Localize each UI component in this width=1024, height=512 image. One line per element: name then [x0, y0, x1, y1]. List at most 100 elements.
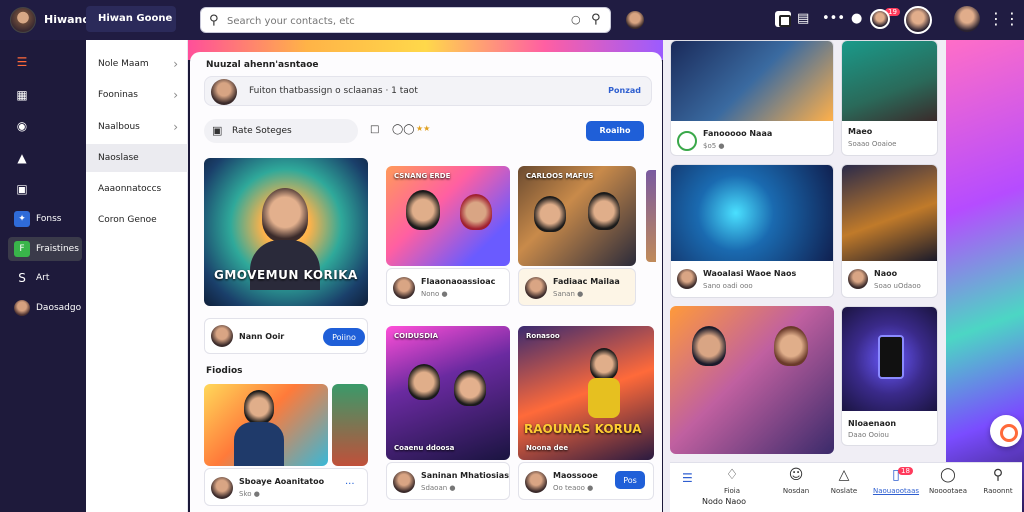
user-avatar[interactable]: [626, 11, 644, 29]
s-icon: S: [18, 271, 26, 285]
post-image[interactable]: Ronasoo RAOUNAS KORUA Noona dee: [518, 326, 654, 460]
search-submit-icon[interactable]: ⚲: [591, 12, 601, 27]
floating-action-button[interactable]: [990, 415, 1022, 447]
post-image[interactable]: CARLOOS MAFUS: [518, 166, 636, 266]
chat-icon[interactable]: ▤: [797, 11, 809, 26]
tag-icon[interactable]: □: [370, 124, 379, 135]
post-image[interactable]: COIDUSDIA Coaenu ddoosa: [386, 326, 510, 460]
top-bar: Hiwano Hiwan Goone ⚲ ○ ⚲ ▤ ••• ● 19 ⋮⋮: [0, 0, 1024, 40]
brand-avatar[interactable]: [10, 7, 36, 33]
menu-item[interactable]: Naalbous ›: [86, 113, 188, 141]
nav-item[interactable]: ▯ Naouaootaas: [870, 467, 922, 495]
brand-pill[interactable]: Hiwan Goone: [86, 6, 176, 32]
follow-button[interactable]: Poiino: [323, 328, 365, 346]
post-avatar[interactable]: [211, 477, 233, 499]
filter-label: Rate Soteges: [232, 126, 292, 136]
rail-item-news[interactable]: ▦: [8, 83, 82, 107]
media-card-title: Nloaenaon: [848, 419, 897, 428]
hero-person: [262, 188, 308, 242]
post-avatar[interactable]: [525, 277, 547, 299]
flag-icon[interactable]: ☰: [682, 471, 693, 485]
alert-icon[interactable]: ●: [851, 11, 862, 26]
media-card[interactable]: Waoalasi Waoe Naos Sano oadi ooo: [670, 164, 834, 298]
media-card-title: Waoalasi Waoe Naos: [703, 269, 797, 278]
nav-item[interactable]: ☺ Nosdan: [770, 467, 822, 495]
circle-icon[interactable]: ○: [571, 13, 581, 26]
nav-item-label: Naouaootaas: [872, 487, 920, 495]
rail-item-daosadgo[interactable]: Daosadgo: [8, 296, 82, 320]
post-composer[interactable]: Fuiton thatbassign o sclaanas · 1 taot P…: [204, 76, 652, 106]
follow-avatar[interactable]: [211, 325, 233, 347]
post-avatar[interactable]: [393, 471, 415, 493]
post-title: CSNANG ERDE: [394, 172, 451, 180]
media-card[interactable]: Nloaenaon Daao Ooiou: [841, 306, 938, 446]
menu-item-label: Nole Maam: [98, 59, 149, 69]
rail-item-book[interactable]: ▣: [8, 177, 82, 201]
rail-item-grid[interactable]: ☰: [8, 50, 82, 74]
search-icon[interactable]: ⚲: [209, 13, 219, 28]
media-card[interactable]: Fanooooo Naaa $o5 ●: [670, 40, 834, 156]
media-card-title: Naoo: [874, 269, 898, 278]
post-image[interactable]: CSNANG ERDE: [386, 166, 510, 266]
nav-left-label[interactable]: Nodo Naoo: [702, 497, 746, 506]
media-card-meta: Daao Ooiou: [848, 431, 889, 439]
star-icon[interactable]: ★★: [416, 124, 430, 133]
menu-item[interactable]: Naoslase: [86, 144, 188, 172]
more-dots-icon[interactable]: •••: [822, 11, 845, 26]
post-person: [590, 348, 618, 380]
search-input[interactable]: [227, 12, 557, 30]
media-card[interactable]: Maeo Soaao Ooaioe: [841, 40, 938, 156]
people-icon[interactable]: ◯◯: [392, 124, 414, 135]
post-avatar[interactable]: [525, 471, 547, 493]
menu-item[interactable]: Fooninas ›: [86, 81, 188, 109]
post-avatar[interactable]: [393, 277, 415, 299]
nav-item[interactable]: ◯ Nooootaea: [922, 467, 974, 495]
post-title: CARLOOS MAFUS: [526, 172, 594, 180]
more-icon[interactable]: ···: [345, 479, 355, 490]
nav-item[interactable]: ♢ Fioia: [706, 467, 758, 495]
nav-item-label: Raoonnt: [983, 487, 1013, 495]
account-avatar[interactable]: [954, 6, 980, 32]
grid-icon: ☰: [16, 55, 28, 69]
rail-item-art[interactable]: S Art: [8, 266, 82, 290]
menu-item[interactable]: Coron Genoe: [86, 206, 188, 234]
post-image-edge[interactable]: [646, 170, 656, 262]
post-action-button[interactable]: Pos: [615, 471, 645, 489]
post-person: [454, 370, 486, 406]
media-card-image: [671, 165, 833, 261]
profile-avatar-small[interactable]: [870, 9, 890, 29]
featured-image[interactable]: [670, 306, 834, 454]
new-post-button[interactable]: Roaiho: [586, 121, 644, 141]
profile-avatar[interactable]: [904, 6, 932, 34]
menu-item[interactable]: Nole Maam ›: [86, 50, 188, 78]
lock-icon: ▣: [212, 124, 223, 137]
chevron-right-icon: ›: [173, 57, 178, 71]
composer-post-link[interactable]: Ponzad: [608, 86, 641, 95]
post-bottom-caption: Coaenu ddoosa: [394, 444, 455, 452]
follow-name: Nann Ooir: [239, 332, 285, 341]
follow-card: Nann Ooir Poiino: [204, 318, 368, 354]
menu-item[interactable]: Aaaonnatoccs: [86, 175, 188, 203]
apps-grid-icon[interactable]: ⋮⋮: [988, 9, 1020, 28]
hero-caption: GMOVEMUN KORIKA: [214, 268, 358, 282]
app-tile-icon[interactable]: [775, 11, 791, 27]
media-card-meta: Soaao Ooaioe: [848, 140, 897, 148]
rail-item-fonss[interactable]: ✦ Fonss: [8, 207, 82, 231]
filter-pill[interactable]: ▣ Rate Soteges: [204, 119, 358, 143]
nav-item[interactable]: ⚲ Raoonnt: [972, 467, 1024, 495]
secondary-menu: Nole Maam › Fooninas › Naalbous › Naoslase …: [86, 40, 188, 512]
media-card[interactable]: Naoo Soao uOdaoo: [841, 164, 938, 298]
menu-item-label: Aaaonnatoccs: [98, 184, 162, 194]
rail-item-bell[interactable]: ▲: [8, 146, 82, 170]
post-image-side[interactable]: [332, 384, 368, 466]
brand-name[interactable]: Hiwano: [44, 13, 90, 26]
post-title: Ronasoo: [526, 332, 560, 340]
rail-item-fraistines[interactable]: F Fraistines: [8, 237, 82, 261]
hero-image[interactable]: GMOVEMUN KORIKA: [204, 158, 368, 306]
media-card-image: [842, 165, 937, 261]
post-image[interactable]: [204, 384, 328, 466]
post-bottom-caption: Noona dee: [526, 444, 569, 452]
composer-text: Fuiton thatbassign o sclaanas · 1 taot: [249, 86, 418, 96]
rail-item-circle[interactable]: ◉: [8, 114, 82, 138]
nav-item[interactable]: △ Noslate: [818, 467, 870, 495]
